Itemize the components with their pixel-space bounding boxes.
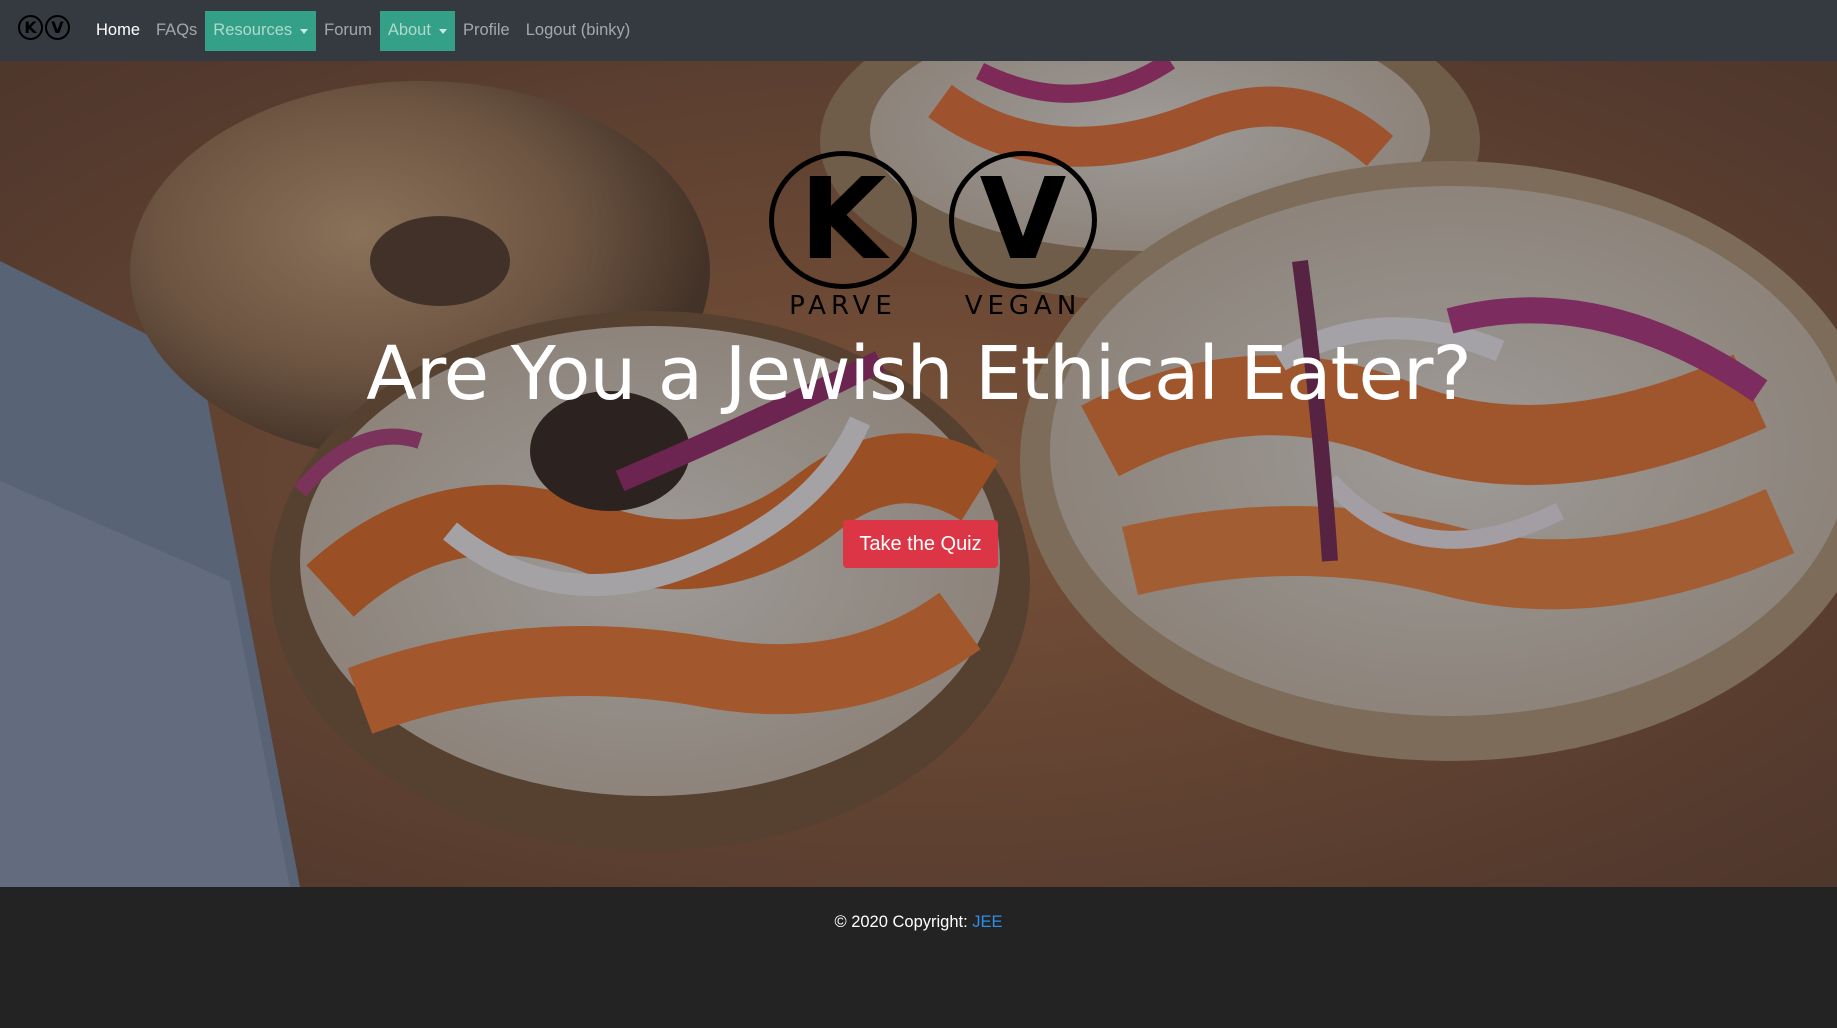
k-circle: K [769,151,917,289]
page-footer: © 2020 Copyright: JEE [0,887,1837,1028]
v-circle: V [949,151,1097,289]
nav-forum[interactable]: Forum [316,11,380,51]
parve-caption: PARVE [789,291,897,321]
brand-k-letter: K [18,15,43,40]
hero-headline: Are You a Jewish Ethical Eater? [366,331,1472,417]
copyright-text: © 2020 Copyright: [834,913,973,931]
footer-jee-link[interactable]: JEE [972,913,1002,931]
take-quiz-button[interactable]: Take the Quiz [843,520,998,568]
hero-section: K PARVE V VEGAN Are You a Jewish Ethical… [0,61,1837,887]
nav-home[interactable]: Home [88,11,148,51]
v-vegan-mark: V VEGAN [948,151,1098,321]
nav-logout[interactable]: Logout (binky) [518,11,639,51]
k-parve-mark: K PARVE [768,151,918,321]
top-navbar: K V Home FAQs Resources Forum About Prof… [0,0,1837,61]
chevron-down-icon [438,29,447,34]
footer-copyright: © 2020 Copyright: JEE [0,913,1837,932]
nav-profile[interactable]: Profile [455,11,518,51]
chevron-down-icon [300,29,309,34]
brand-v-letter: V [45,15,70,40]
brand-v-mark: V [45,15,70,46]
nav-resources-label: Resources [213,21,293,39]
brand-k-mark: K [18,15,43,46]
kv-logo: K PARVE V VEGAN [768,151,1098,321]
nav-about-label: About [387,21,431,39]
nav-about-dropdown[interactable]: About [379,10,455,51]
nav-faqs[interactable]: FAQs [148,11,205,51]
vegan-caption: VEGAN [964,291,1082,321]
nav-resources-dropdown[interactable]: Resources [205,10,317,51]
brand-logo[interactable]: K V [18,15,70,46]
